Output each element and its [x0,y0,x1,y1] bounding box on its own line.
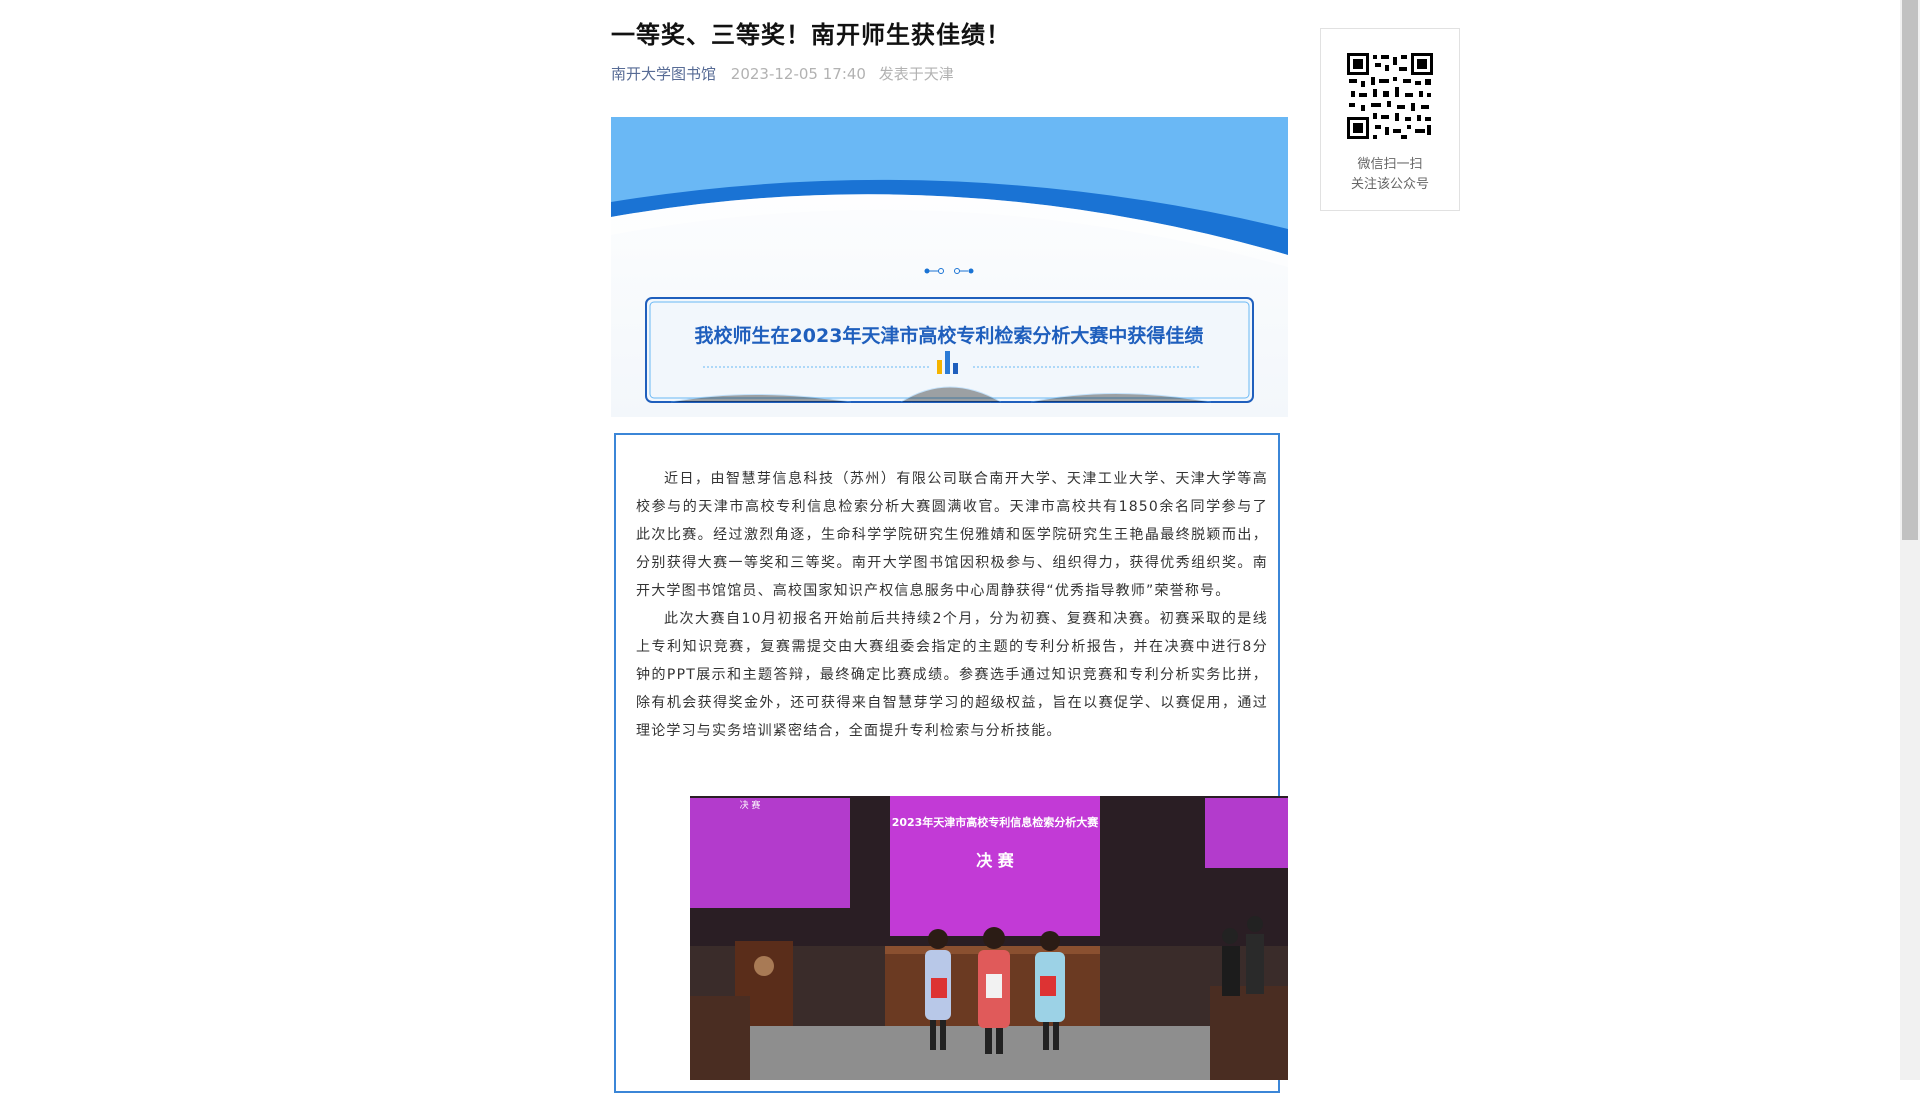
qr-code-icon [1345,51,1435,141]
award-photo: 2023年天津市高校专利信息检索分析大赛 决 赛 决 赛 [690,796,1288,1080]
qr-caption: 微信扫一扫 关注该公众号 [1321,155,1459,195]
scrollbar-thumb[interactable] [1902,0,1918,540]
screen-title: 2023年天津市高校专利信息检索分析大赛 [892,815,1100,829]
banner-heading: 我校师生在2023年天津市高校专利检索分析大赛中获得佳绩 [695,324,1204,347]
article-meta: 南开大学图书馆 2023-12-05 17:40 发表于天津 [611,64,1288,84]
article-title: 一等奖、三等奖！南开师生获佳绩！ [611,21,1011,49]
article: 一等奖、三等奖！南开师生获佳绩！ 南开大学图书馆 2023-12-05 17:4… [611,0,1288,1093]
paragraph-2: 此次大赛自10月初报名开始前后共持续2个月，分为初赛、复赛和决赛。初赛采取的是线… [636,611,1268,739]
paragraph-1: 近日，由智慧芽信息科技（苏州）有限公司联合南开大学、天津工业大学、天津大学等高校… [636,471,1268,599]
side-screen-label: 决 赛 [740,799,761,811]
qr-caption-line1: 微信扫一扫 [1357,157,1423,172]
qr-follow-card[interactable]: 微信扫一扫 关注该公众号 [1320,28,1460,211]
banner-graphic: 我校师生在2023年天津市高校专利检索分析大赛中获得佳绩 [611,117,1288,417]
qr-caption-line2: 关注该公众号 [1350,177,1429,192]
publish-location: 发表于天津 [878,65,954,83]
article-body: 近日，由智慧芽信息科技（苏州）有限公司联合南开大学、天津工业大学、天津大学等高校… [636,465,1268,745]
screen-subtitle: 决 赛 [976,851,1015,870]
award-photo-graphic: 2023年天津市高校专利信息检索分析大赛 决 赛 决 赛 [690,796,1288,1080]
article-banner: 我校师生在2023年天津市高校专利检索分析大赛中获得佳绩 [611,117,1288,417]
publish-datetime: 2023-12-05 17:40 [730,65,866,83]
account-name-link[interactable]: 南开大学图书馆 [611,65,716,83]
